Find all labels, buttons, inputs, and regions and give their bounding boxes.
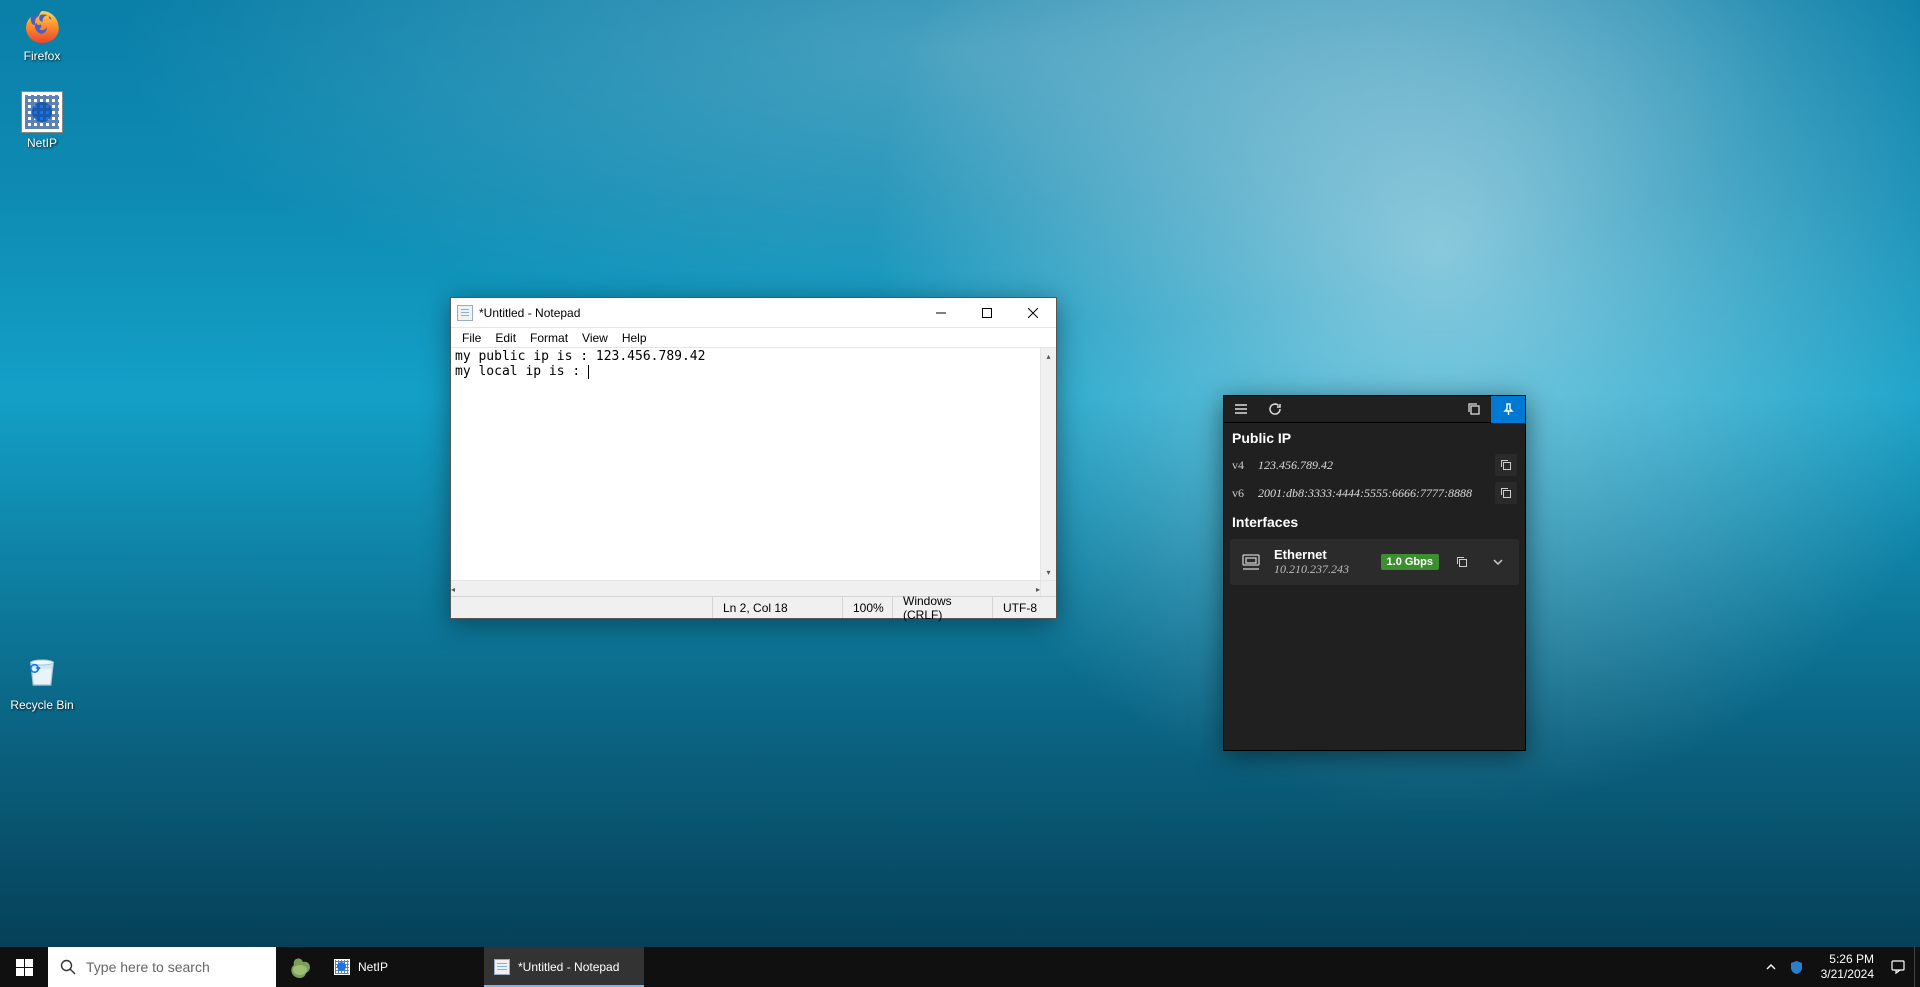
netip-window: Public IP v4 123.456.789.42 v6 2001:db8:… — [1223, 395, 1526, 751]
taskbar: Type here to search NetIP *Untitled - No… — [0, 947, 1920, 987]
status-zoom: 100% — [842, 597, 892, 618]
minimize-button[interactable] — [918, 298, 964, 327]
refresh-icon — [1268, 402, 1282, 416]
search-icon — [60, 959, 76, 975]
widget-icon — [286, 953, 314, 981]
ip-version-label: v4 — [1232, 458, 1258, 473]
menu-format[interactable]: Format — [523, 331, 575, 345]
pin-button[interactable] — [1491, 396, 1525, 423]
notepad-icon — [494, 959, 510, 975]
copy-button[interactable] — [1449, 549, 1475, 575]
close-button[interactable] — [1010, 298, 1056, 327]
taskbar-item-label: NetIP — [358, 960, 388, 974]
taskbar-item-label: *Untitled - Notepad — [518, 960, 619, 974]
taskbar-widget[interactable] — [276, 947, 324, 987]
notepad-menubar: File Edit Format View Help — [451, 328, 1056, 348]
desktop-icons-area: Firefox NetIP — [4, 4, 80, 150]
interface-card[interactable]: Ethernet 10.210.237.243 1.0 Gbps — [1230, 539, 1519, 585]
scroll-track[interactable] — [1041, 364, 1056, 564]
desktop-icon-firefox[interactable]: Firefox — [4, 4, 80, 63]
desktop-icon-label: Firefox — [4, 49, 80, 63]
status-encoding: UTF-8 — [992, 597, 1056, 618]
section-interfaces-title: Interfaces — [1224, 507, 1525, 535]
public-ip-v6-value: 2001:db8:3333:4444:5555:6666:7777:8888 — [1258, 486, 1495, 501]
text-cursor — [588, 365, 589, 379]
chevron-up-icon — [1766, 962, 1776, 972]
netip-icon — [21, 91, 63, 133]
notepad-text-area[interactable]: my public ip is : 123.456.789.42 my loca… — [451, 348, 1040, 580]
notepad-statusbar: Ln 2, Col 18 100% Windows (CRLF) UTF-8 — [451, 596, 1056, 618]
show-desktop-button[interactable] — [1914, 947, 1920, 987]
public-ip-v4-value: 123.456.789.42 — [1258, 458, 1495, 473]
copy-button[interactable] — [1495, 454, 1517, 476]
expand-button[interactable] — [1485, 549, 1511, 575]
notepad-body: my public ip is : 123.456.789.42 my loca… — [451, 348, 1056, 580]
notepad-app-icon — [457, 305, 473, 321]
status-position: Ln 2, Col 18 — [712, 597, 842, 618]
menu-help[interactable]: Help — [615, 331, 654, 345]
search-placeholder: Type here to search — [86, 959, 210, 975]
chevron-down-icon — [1492, 556, 1504, 568]
maximize-button[interactable] — [964, 298, 1010, 327]
menu-edit[interactable]: Edit — [488, 331, 523, 345]
public-ip-v4-row: v4 123.456.789.42 — [1224, 451, 1525, 479]
desktop-icon-recycle-bin[interactable]: Recycle Bin — [4, 650, 80, 712]
pin-icon — [1502, 403, 1515, 416]
copy-icon — [1500, 487, 1512, 499]
desktop-icon-label: Recycle Bin — [4, 698, 80, 712]
public-ip-v6-row: v6 2001:db8:3333:4444:5555:6666:7777:888… — [1224, 479, 1525, 507]
taskbar-item-notepad[interactable]: *Untitled - Notepad — [484, 947, 644, 987]
refresh-button[interactable] — [1258, 396, 1292, 423]
tray-app-icon[interactable] — [1785, 947, 1809, 987]
interface-name: Ethernet — [1274, 547, 1371, 562]
scroll-up-button[interactable]: ▴ — [1041, 348, 1056, 364]
notepad-window: *Untitled - Notepad File Edit Format Vie… — [450, 297, 1057, 619]
clock-date: 3/21/2024 — [1821, 967, 1874, 982]
shield-icon — [1789, 960, 1804, 975]
popout-icon — [1468, 403, 1481, 416]
popout-button[interactable] — [1457, 396, 1491, 423]
notepad-titlebar[interactable]: *Untitled - Notepad — [451, 298, 1056, 328]
speed-badge: 1.0 Gbps — [1381, 554, 1439, 570]
text-content-line: my local ip is : — [455, 364, 588, 379]
notification-icon — [1890, 959, 1906, 975]
recycle-bin-icon — [4, 650, 80, 695]
scroll-down-button[interactable]: ▾ — [1041, 564, 1056, 580]
netip-toolbar — [1224, 396, 1525, 423]
hamburger-icon — [1234, 402, 1248, 416]
notepad-title: *Untitled - Notepad — [479, 306, 918, 320]
tray-overflow[interactable] — [1759, 947, 1783, 987]
taskbar-item-netip[interactable]: NetIP — [324, 947, 484, 987]
windows-icon — [16, 959, 33, 976]
interface-ip: 10.210.237.243 — [1274, 562, 1371, 577]
copy-icon — [1456, 556, 1468, 568]
desktop-icon-netip[interactable]: NetIP — [4, 91, 80, 150]
menu-button[interactable] — [1224, 396, 1258, 423]
action-center[interactable] — [1886, 947, 1910, 987]
start-button[interactable] — [0, 947, 48, 987]
ip-version-label: v6 — [1232, 486, 1258, 501]
action-center-area — [1882, 947, 1914, 987]
ethernet-icon — [1238, 552, 1264, 572]
desktop-icon-label: NetIP — [4, 136, 80, 150]
section-public-ip-title: Public IP — [1224, 423, 1525, 451]
vertical-scrollbar[interactable]: ▴ ▾ — [1040, 348, 1056, 580]
clock-time: 5:26 PM — [1821, 952, 1874, 967]
menu-file[interactable]: File — [455, 331, 488, 345]
netip-icon — [334, 959, 350, 975]
scrollbar-corner — [1040, 581, 1056, 596]
text-content-line: my public ip is : 123.456.789.42 — [455, 349, 705, 364]
system-tray — [1755, 947, 1813, 987]
status-eol: Windows (CRLF) — [892, 597, 992, 618]
copy-button[interactable] — [1495, 482, 1517, 504]
copy-icon — [1500, 459, 1512, 471]
menu-view[interactable]: View — [575, 331, 615, 345]
taskbar-clock[interactable]: 5:26 PM 3/21/2024 — [1813, 947, 1882, 987]
firefox-icon — [21, 4, 63, 46]
taskbar-search[interactable]: Type here to search — [48, 947, 276, 987]
